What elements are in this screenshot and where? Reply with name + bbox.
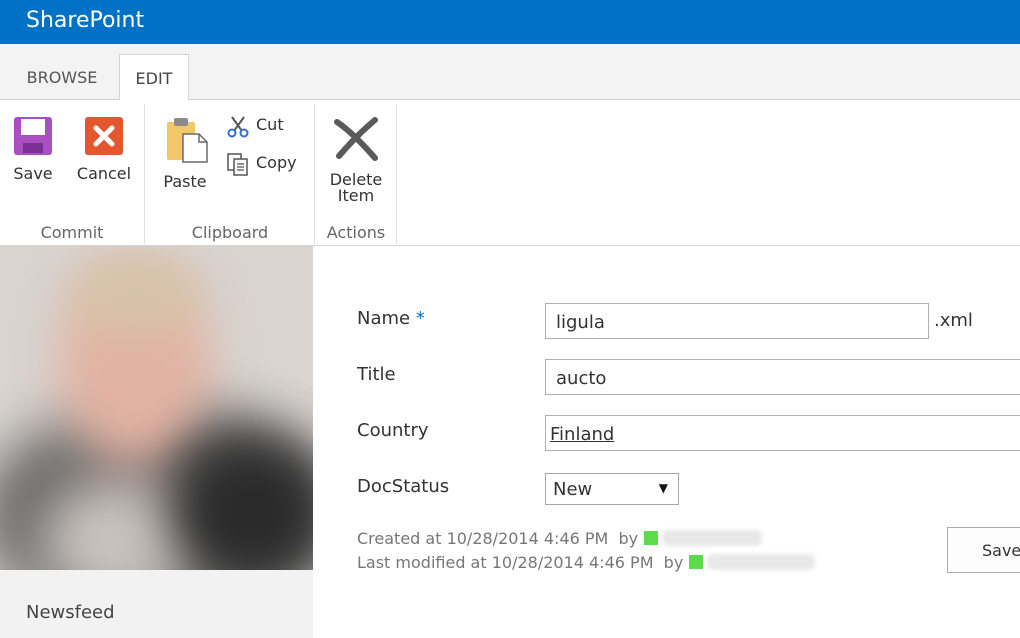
tab-edit[interactable]: EDIT xyxy=(119,54,189,101)
delete-label-line2: Item xyxy=(337,186,375,205)
title-input[interactable]: aucto xyxy=(545,359,1020,395)
cancel-ribbon-button[interactable]: Cancel xyxy=(72,116,136,182)
country-value: Finland xyxy=(550,424,615,445)
cancel-label: Cancel xyxy=(76,164,132,183)
presence-icon xyxy=(689,555,704,569)
created-info: Created at 10/28/2014 4:46 PM by xyxy=(357,529,763,548)
modified-text: Last modified at 10/28/2014 4:46 PM xyxy=(357,553,654,572)
cut-label: Cut xyxy=(256,115,284,134)
country-label: Country xyxy=(357,420,429,441)
paste-icon xyxy=(167,118,208,163)
ribbon-tab-row: BROWSE EDIT xyxy=(0,44,1020,101)
name-label: Name * xyxy=(357,308,425,329)
presence-icon xyxy=(644,531,659,545)
copy-button[interactable]: Copy xyxy=(226,150,297,176)
suite-bar: SharePoint xyxy=(0,0,1020,44)
modified-by-label: by xyxy=(663,553,684,572)
paste-button[interactable]: Paste xyxy=(158,116,212,190)
commit-group-label: Commit xyxy=(40,223,104,242)
created-by-user[interactable] xyxy=(662,530,763,546)
ribbon-group-clipboard: Paste Cut Copy Clipboard xyxy=(146,104,315,244)
delete-item-button[interactable]: Delete Item xyxy=(322,116,390,204)
save-label: Save xyxy=(13,164,53,183)
scissors-icon xyxy=(227,115,249,137)
ribbon-group-commit: Save Cancel Commit xyxy=(0,104,145,244)
title-label: Title xyxy=(357,364,396,385)
save-icon xyxy=(14,117,52,155)
created-text: Created at 10/28/2014 4:46 PM xyxy=(357,529,609,548)
required-marker: * xyxy=(415,308,425,329)
left-pane: Newsfeed xyxy=(0,246,313,638)
dropdown-arrow-icon: ▼ xyxy=(658,481,668,495)
actions-group-label: Actions xyxy=(326,223,386,242)
cut-button[interactable]: Cut xyxy=(226,112,284,138)
docstatus-label: DocStatus xyxy=(357,476,450,497)
save-ribbon-button[interactable]: Save xyxy=(8,116,58,182)
ribbon: Save Cancel Commit Paste Cut Copy Clipbo… xyxy=(0,100,1020,246)
created-by-label: by xyxy=(618,529,639,548)
copy-icon xyxy=(227,152,248,176)
save-button[interactable]: Save xyxy=(947,527,1020,573)
name-extension: .xml xyxy=(934,310,973,331)
modified-by-user[interactable] xyxy=(707,554,816,570)
newsfeed-link[interactable]: Newsfeed xyxy=(26,602,115,623)
paste-label: Paste xyxy=(163,172,207,191)
copy-label: Copy xyxy=(256,153,297,172)
delete-icon xyxy=(334,117,378,161)
brand-title[interactable]: SharePoint xyxy=(26,8,144,33)
name-input[interactable]: ligula xyxy=(545,303,929,339)
cancel-icon xyxy=(85,117,123,155)
docstatus-select[interactable]: New ▼ xyxy=(545,473,679,505)
country-input[interactable]: Finland xyxy=(545,415,1020,451)
modified-info: Last modified at 10/28/2014 4:46 PM by xyxy=(357,553,816,572)
clipboard-group-label: Clipboard xyxy=(191,223,269,242)
tab-browse[interactable]: BROWSE xyxy=(14,54,110,101)
docstatus-value: New xyxy=(553,479,593,500)
ribbon-group-actions: Delete Item Actions xyxy=(316,104,397,244)
profile-photo xyxy=(0,246,313,570)
